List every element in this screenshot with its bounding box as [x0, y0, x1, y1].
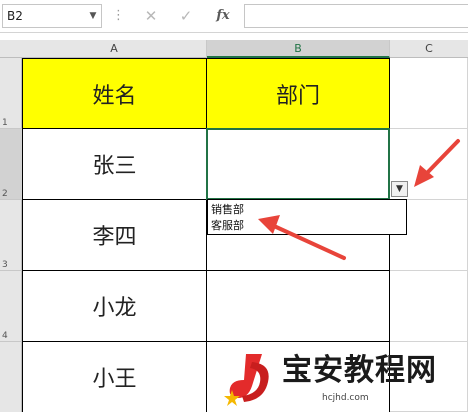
cell-c1[interactable] [390, 58, 468, 129]
cell-a5[interactable]: 小王 [22, 342, 207, 412]
dropdown-arrow-icon[interactable]: ▼ [391, 181, 408, 197]
watermark-logo-icon [224, 354, 269, 406]
cell-a2[interactable]: 张三 [22, 129, 207, 200]
row-header-1[interactable]: 1 [0, 58, 22, 129]
more-options-icon: ⋮ [112, 8, 125, 23]
formula-input[interactable] [244, 4, 468, 28]
enter-icon[interactable]: ✓ [175, 5, 197, 27]
active-cell-selection [206, 128, 390, 200]
insert-function-icon[interactable]: fx [212, 5, 234, 27]
dropdown-option[interactable]: 客服部 [211, 218, 244, 233]
cell-b1[interactable]: 部门 [207, 58, 390, 129]
dropdown-option[interactable]: 销售部 [211, 202, 244, 217]
cell-c4[interactable] [390, 271, 468, 342]
column-header-b[interactable]: B [207, 40, 390, 58]
row-header-5[interactable] [0, 342, 22, 412]
row-header-4[interactable]: 4 [0, 271, 22, 342]
row-header-3[interactable]: 3 [0, 200, 22, 271]
cell-a1[interactable]: 姓名 [22, 58, 207, 129]
cell-a3[interactable]: 李四 [22, 200, 207, 271]
watermark-url: hcjhd.com [322, 393, 369, 403]
row-header-2[interactable]: 2 [0, 129, 22, 200]
watermark-brand: 宝安教程网 [282, 353, 437, 388]
column-header-c[interactable]: C [390, 40, 468, 58]
cancel-icon[interactable]: ✕ [140, 5, 162, 27]
cell-b4[interactable] [207, 271, 390, 342]
chevron-down-icon[interactable]: ▼ [86, 4, 100, 28]
cell-a4[interactable]: 小龙 [22, 271, 207, 342]
validation-dropdown-list: 销售部 客服部 [207, 199, 407, 235]
column-header-a[interactable]: A [22, 40, 207, 58]
